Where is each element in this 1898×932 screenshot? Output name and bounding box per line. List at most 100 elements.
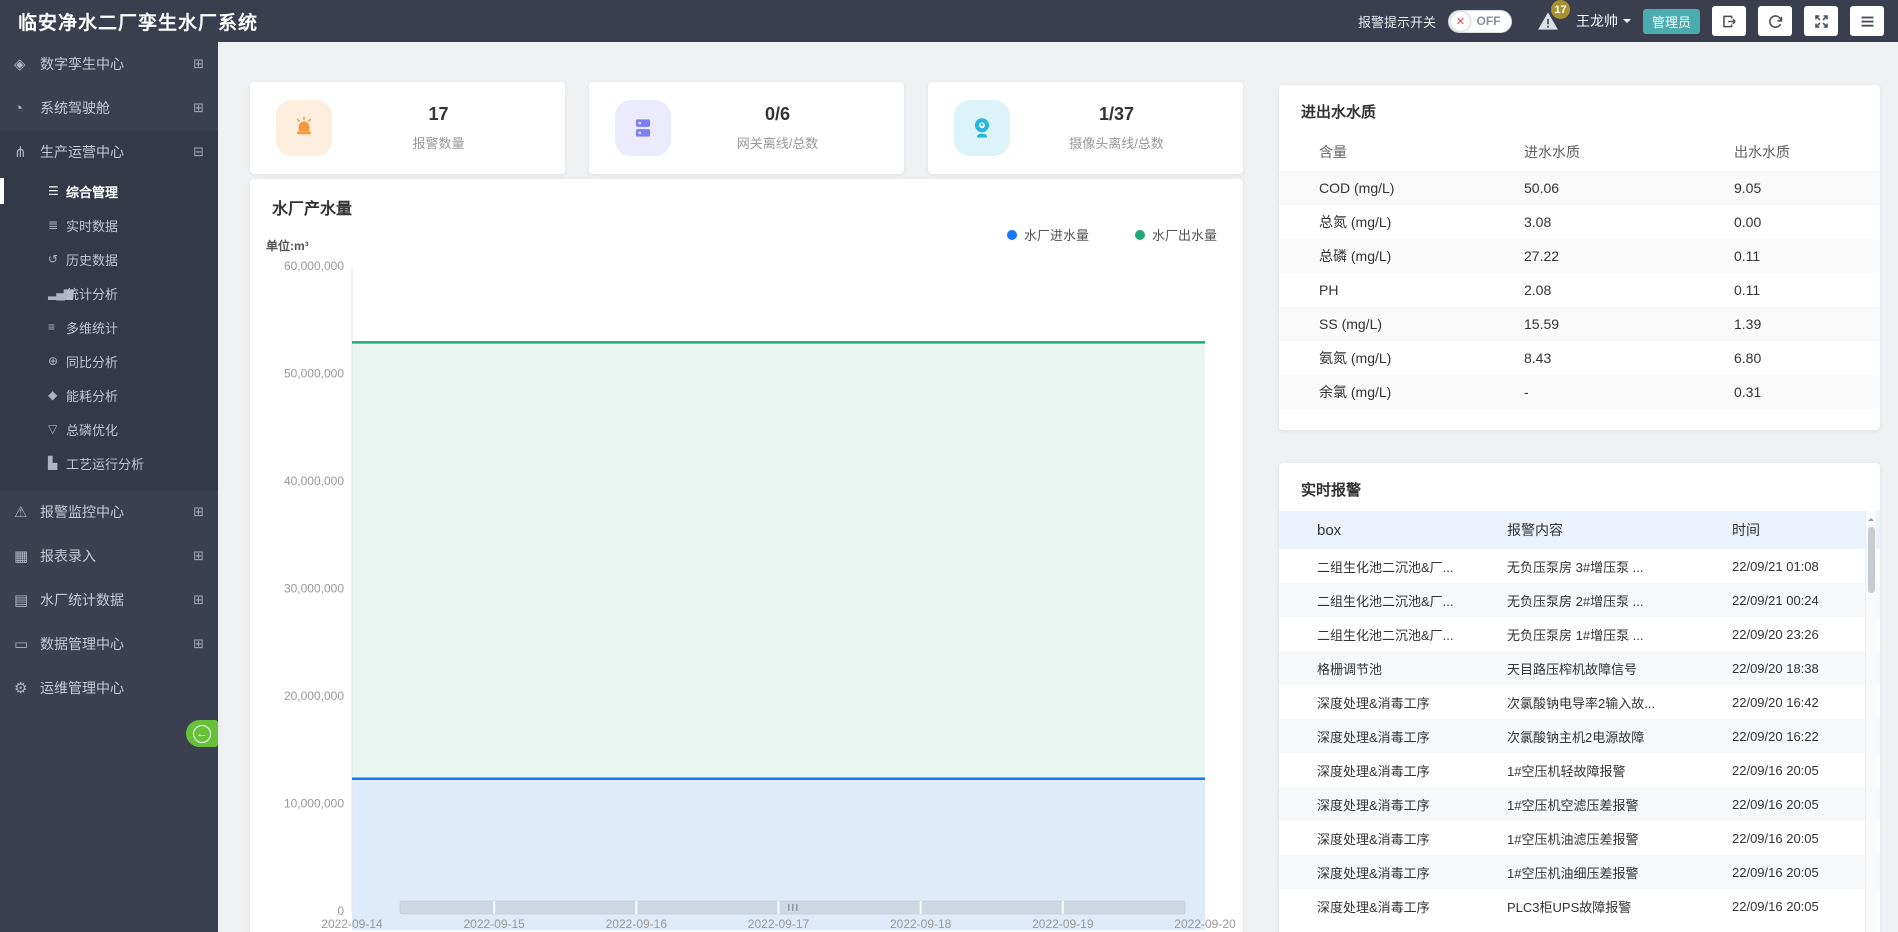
alarm-table-scrollbar[interactable] bbox=[1865, 511, 1876, 932]
user-menu[interactable]: 王龙帅 bbox=[1576, 11, 1631, 31]
alarm-row[interactable]: 深度处理&消毒工序1#空压机油细压差报警22/09/16 20:05 bbox=[1279, 855, 1880, 889]
alarm-time: 22/09/16 20:05 bbox=[1732, 797, 1880, 812]
realtime-data-icon: ≣ bbox=[48, 218, 66, 232]
alarm-content: 1#空压机油细压差报警 bbox=[1507, 863, 1732, 882]
sidebar-item-0[interactable]: ◈数字孪生中心⊞ bbox=[0, 42, 218, 86]
column-header: 时间 bbox=[1732, 520, 1880, 540]
column-header: 出水水质 bbox=[1734, 142, 1880, 162]
alarm-box: 深度处理&消毒工序 bbox=[1317, 761, 1507, 780]
legend-item-0[interactable]: 水厂进水量 bbox=[1007, 225, 1089, 244]
sidebar-subitem-label: 多维统计 bbox=[66, 318, 118, 337]
user-name: 王龙帅 bbox=[1576, 11, 1618, 31]
water-quality-title: 进出水水质 bbox=[1301, 101, 1376, 122]
sidebar-subitem-label: 综合管理 bbox=[66, 182, 118, 201]
alarm-row[interactable]: 二组生化池二沉池&厂...无负压泵房 3#增压泵 ...22/09/21 01:… bbox=[1279, 549, 1880, 583]
svg-text:2022-09-14: 2022-09-14 bbox=[321, 917, 383, 931]
sidebar-subitem-2-5[interactable]: ⊕同比分析 bbox=[0, 344, 218, 378]
alarm-row[interactable]: 深度处理&消毒工序PLC3柜UPS故障报警22/09/16 20:05 bbox=[1279, 889, 1880, 923]
svg-text:2022-09-18: 2022-09-18 bbox=[890, 917, 952, 931]
sidebar-item-4[interactable]: ▦报表录入⊞ bbox=[0, 534, 218, 578]
hamburger-icon bbox=[1859, 13, 1876, 30]
sidebar-collapse-button[interactable]: ← bbox=[186, 720, 218, 747]
scrollbar-thumb[interactable] bbox=[1868, 527, 1875, 593]
alarm-row[interactable]: 深度处理&消毒工序1#空压机空滤压差报警22/09/16 20:05 bbox=[1279, 787, 1880, 821]
expand-icon[interactable]: ⊞ bbox=[193, 100, 204, 116]
alarm-content: 无负压泵房 1#增压泵 ... bbox=[1507, 625, 1732, 644]
alarm-row[interactable]: 深度处理&消毒工序次氯酸钠电导率2输入故...22/09/20 16:42 bbox=[1279, 685, 1880, 719]
sidebar-subitem-2-2[interactable]: ↺历史数据 bbox=[0, 242, 218, 276]
expand-icon[interactable]: ⊞ bbox=[193, 636, 204, 652]
water-output-chart-panel: 水厂产水量 水厂进水量水厂出水量 单位:m³ 60,000,00050,000,… bbox=[250, 179, 1243, 932]
param-name: 氨氮 (mg/L) bbox=[1319, 348, 1524, 368]
alarm-box: 深度处理&消毒工序 bbox=[1317, 897, 1507, 916]
fullscreen-button[interactable] bbox=[1804, 6, 1838, 36]
sidebar-subitem-2-6[interactable]: ◆能耗分析 bbox=[0, 378, 218, 412]
chevron-down-icon bbox=[1623, 19, 1631, 27]
legend-item-1[interactable]: 水厂出水量 bbox=[1135, 225, 1217, 244]
svg-text:10,000,000: 10,000,000 bbox=[284, 797, 344, 811]
expand-icon[interactable]: ⊞ bbox=[193, 592, 204, 608]
sidebar-subitem-2-0[interactable]: ☰综合管理 bbox=[0, 174, 218, 208]
expand-icon[interactable]: ⊞ bbox=[193, 548, 204, 564]
alarm-row[interactable]: 深度处理&消毒工序1#空压机油滤压差报警22/09/16 20:05 bbox=[1279, 821, 1880, 855]
sidebar-item-1[interactable]: ◔系统驾驶舱 ⊞ bbox=[0, 86, 218, 130]
alarm-time: 22/09/16 20:05 bbox=[1732, 831, 1880, 846]
alarm-row[interactable]: 深度处理&消毒工序次氯酸钠主机2电源故障22/09/20 16:22 bbox=[1279, 719, 1880, 753]
sidebar-item-label: 数字孪生中心 bbox=[40, 54, 124, 74]
alarm-box: 二组生化池二沉池&厂... bbox=[1317, 557, 1507, 576]
svg-text:0: 0 bbox=[337, 904, 344, 918]
dashboard-icon: ◔ bbox=[14, 100, 40, 117]
app-title: 临安净水二厂孪生水厂系统 bbox=[0, 8, 258, 35]
sidebar-item-5[interactable]: ▤水厂统计数据⊞ bbox=[0, 578, 218, 622]
sidebar-item-label: 系统驾驶舱 bbox=[40, 98, 110, 118]
water-quality-row: PH2.080.11 bbox=[1279, 273, 1880, 307]
column-header: 报警内容 bbox=[1507, 520, 1732, 540]
alarm-row[interactable]: 二组生化池二沉池&厂...无负压泵房 2#增压泵 ...22/09/21 00:… bbox=[1279, 583, 1880, 617]
alarm-header-row: box报警内容时间 bbox=[1279, 511, 1880, 549]
realtime-alarm-panel: 实时报警 box报警内容时间二组生化池二沉池&厂...无负压泵房 3#增压泵 .… bbox=[1279, 463, 1880, 932]
sidebar-item-3[interactable]: ⚠报警监控中心⊞ bbox=[0, 490, 218, 534]
sidebar-subitem-2-3[interactable]: ▂▄▆统计分析 bbox=[0, 276, 218, 310]
sidebar-subitem-2-8[interactable]: ▙工艺运行分析 bbox=[0, 446, 218, 480]
alarm-row[interactable]: 格栅调节池天目路压榨机故障信号22/09/20 18:38 bbox=[1279, 651, 1880, 685]
sidebar-item-label: 报警监控中心 bbox=[40, 502, 124, 522]
legend-label: 水厂出水量 bbox=[1152, 225, 1217, 244]
sidebar-subitem-label: 实时数据 bbox=[66, 216, 118, 235]
notification-warning-icon[interactable]: 17 bbox=[1534, 8, 1564, 34]
alarm-time: 22/09/20 18:38 bbox=[1732, 661, 1880, 676]
expand-icon[interactable]: ⊞ bbox=[193, 504, 204, 520]
inflow-value: 8.43 bbox=[1524, 350, 1734, 366]
sidebar-item-6[interactable]: ▭数据管理中心⊞ bbox=[0, 622, 218, 666]
arrow-left-icon: ← bbox=[193, 725, 211, 743]
alarm-content: 次氯酸钠主机2电源故障 bbox=[1507, 727, 1732, 746]
sidebar-item-label: 运维管理中心 bbox=[40, 678, 124, 698]
app-root: 临安净水二厂孪生水厂系统 报警提示开关 ✕ OFF 17 王龙帅 管理员 bbox=[0, 0, 1898, 932]
sidebar-item-7[interactable]: ⚙运维管理中心 bbox=[0, 666, 218, 710]
sidebar-subitem-2-7[interactable]: ▽总磷优化 bbox=[0, 412, 218, 446]
alarm-row[interactable]: 二组生化池二沉池&厂...无负压泵房 1#增压泵 ...22/09/20 23:… bbox=[1279, 617, 1880, 651]
sidebar-subitem-2-4[interactable]: ≡多维统计 bbox=[0, 310, 218, 344]
ops-mgmt-icon: ⚙ bbox=[14, 679, 40, 697]
logout-button[interactable] bbox=[1712, 6, 1746, 36]
svg-text:60,000,000: 60,000,000 bbox=[284, 259, 344, 273]
alarm-box: 深度处理&消毒工序 bbox=[1317, 727, 1507, 746]
alarm-box: 格栅调节池 bbox=[1317, 659, 1507, 678]
refresh-button[interactable] bbox=[1758, 6, 1792, 36]
menu-button[interactable] bbox=[1850, 6, 1884, 36]
outflow-value: 0.11 bbox=[1734, 282, 1880, 298]
svg-text:2022-09-16: 2022-09-16 bbox=[606, 917, 668, 931]
sidebar-subitem-2-1[interactable]: ≣实时数据 bbox=[0, 208, 218, 242]
sidebar-item-label: 报表录入 bbox=[40, 546, 96, 566]
alarm-content: 1#空压机轻故障报警 bbox=[1507, 761, 1732, 780]
scroll-up-arrow-icon[interactable] bbox=[1868, 515, 1874, 521]
alarm-switch-label: 报警提示开关 bbox=[1358, 12, 1436, 31]
expand-icon[interactable]: ⊞ bbox=[193, 56, 204, 72]
sidebar-subitem-label: 统计分析 bbox=[66, 284, 118, 303]
param-name: PH bbox=[1319, 282, 1524, 298]
sidebar-subitem-label: 能耗分析 bbox=[66, 386, 118, 405]
sidebar-item-2[interactable]: ⋔生产运营中心⊟ bbox=[0, 130, 218, 174]
area-chart[interactable]: 60,000,00050,000,00040,000,00030,000,000… bbox=[250, 255, 1243, 932]
alarm-toggle-switch[interactable]: ✕ OFF bbox=[1448, 10, 1512, 33]
alarm-row[interactable]: 深度处理&消毒工序1#空压机轻故障报警22/09/16 20:05 bbox=[1279, 753, 1880, 787]
collapse-icon[interactable]: ⊟ bbox=[193, 144, 204, 160]
